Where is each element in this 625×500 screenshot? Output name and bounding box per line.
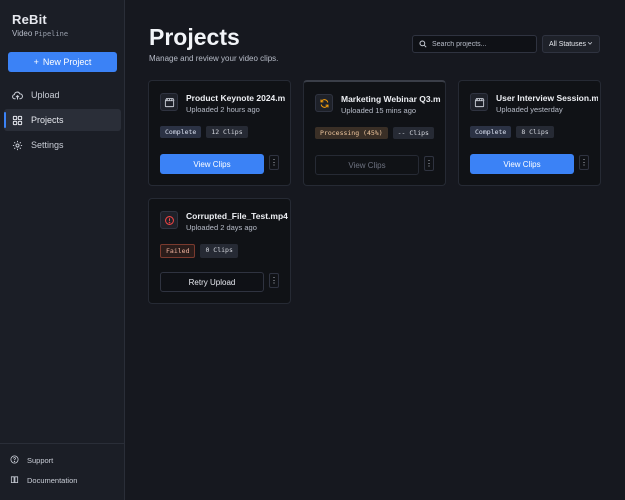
alert-circle-icon (160, 211, 178, 229)
brand-sub-mono: Pipeline (34, 30, 69, 38)
clapperboard-icon (160, 93, 178, 111)
brand-sub-label: Video (12, 29, 33, 38)
project-upload-time: Uploaded yesterday (496, 105, 563, 114)
project-tags: Complete 12 Clips (160, 126, 248, 138)
retry-upload-button[interactable]: Retry Upload (160, 272, 264, 292)
status-badge: Processing (45%) (315, 127, 388, 139)
project-title: Corrupted_File_Test.mp4 (186, 211, 288, 221)
view-clips-button: View Clips (315, 155, 419, 175)
new-project-label: New Project (42, 57, 92, 67)
clip-count-badge: 8 Clips (516, 126, 554, 138)
sidebar-link-documentation[interactable]: Documentation (10, 475, 120, 486)
project-card: Corrupted_File_Test.mp4 Uploaded 2 days … (148, 198, 291, 304)
sidebar-item-projects[interactable]: Projects (4, 109, 121, 131)
kebab-icon: ⋮ (425, 159, 433, 168)
sidebar-item-label: Settings (31, 140, 64, 150)
page-title: Projects (149, 24, 240, 50)
more-options-button[interactable]: ⋮ (269, 273, 279, 288)
page-subtitle: Manage and review your video clips. (149, 54, 279, 63)
kebab-icon: ⋮ (270, 158, 278, 167)
sidebar-link-support[interactable]: Support (10, 455, 120, 466)
project-upload-time: Uploaded 15 mins ago (341, 106, 417, 115)
new-project-button[interactable]: + New Project (8, 52, 117, 72)
sync-icon (315, 94, 333, 112)
project-card: User Interview Session.m Uploaded yester… (458, 80, 601, 186)
project-upload-time: Uploaded 2 days ago (186, 223, 257, 232)
sidebar-item-upload[interactable]: Upload (4, 84, 121, 106)
brand-name: ReBit (12, 12, 47, 27)
project-title: User Interview Session.m (496, 93, 598, 103)
clip-count-badge: -- Clips (392, 127, 434, 139)
search-icon (419, 35, 427, 53)
status-filter-select[interactable]: All Statuses (542, 35, 600, 53)
clapperboard-icon (470, 93, 488, 111)
status-badge: Complete (160, 126, 202, 138)
sidebar: ReBit Video Pipeline + New Project Upload (0, 0, 125, 500)
status-badge: Complete (470, 126, 512, 138)
status-filter-value: All Statuses (549, 40, 586, 48)
help-circle-icon (10, 455, 19, 466)
project-tags: Failed 0 Clips (160, 244, 238, 258)
more-options-button[interactable]: ⋮ (579, 155, 589, 170)
status-badge: Failed (160, 244, 196, 258)
gear-icon (12, 140, 23, 151)
project-tags: Complete 8 Clips (470, 126, 554, 138)
sidebar-link-label: Support (27, 456, 54, 465)
sidebar-divider (0, 443, 124, 444)
grid-icon (12, 115, 23, 126)
chevron-down-icon (587, 40, 593, 48)
cloud-upload-icon (12, 90, 23, 101)
project-upload-time: Uploaded 2 hours ago (186, 105, 260, 114)
view-clips-button[interactable]: View Clips (470, 154, 574, 174)
sidebar-item-label: Upload (31, 90, 60, 100)
sidebar-nav: Upload Projects Settings (4, 84, 121, 159)
clip-count-badge: 0 Clips (200, 244, 238, 258)
kebab-icon: ⋮ (580, 158, 588, 167)
sidebar-item-settings[interactable]: Settings (4, 134, 121, 156)
plus-icon: + (33, 57, 39, 67)
search-box[interactable] (412, 35, 537, 53)
project-title: Marketing Webinar Q3.m (341, 94, 441, 104)
brand: ReBit Video Pipeline (12, 12, 68, 38)
project-card: Marketing Webinar Q3.m Uploaded 15 mins … (303, 80, 446, 186)
sidebar-item-label: Projects (31, 115, 64, 125)
project-tags: Processing (45%) -- Clips (315, 127, 434, 139)
more-options-button[interactable]: ⋮ (269, 155, 279, 170)
sidebar-link-label: Documentation (27, 476, 78, 485)
brand-subtitle: Video Pipeline (12, 29, 68, 38)
more-options-button[interactable]: ⋮ (424, 156, 434, 171)
project-title: Product Keynote 2024.m (186, 93, 286, 103)
project-card: Product Keynote 2024.m Uploaded 2 hours … (148, 80, 291, 186)
clip-count-badge: 12 Clips (206, 126, 248, 138)
book-icon (10, 475, 19, 486)
search-input[interactable] (432, 40, 532, 48)
kebab-icon: ⋮ (270, 276, 278, 285)
view-clips-button[interactable]: View Clips (160, 154, 264, 174)
